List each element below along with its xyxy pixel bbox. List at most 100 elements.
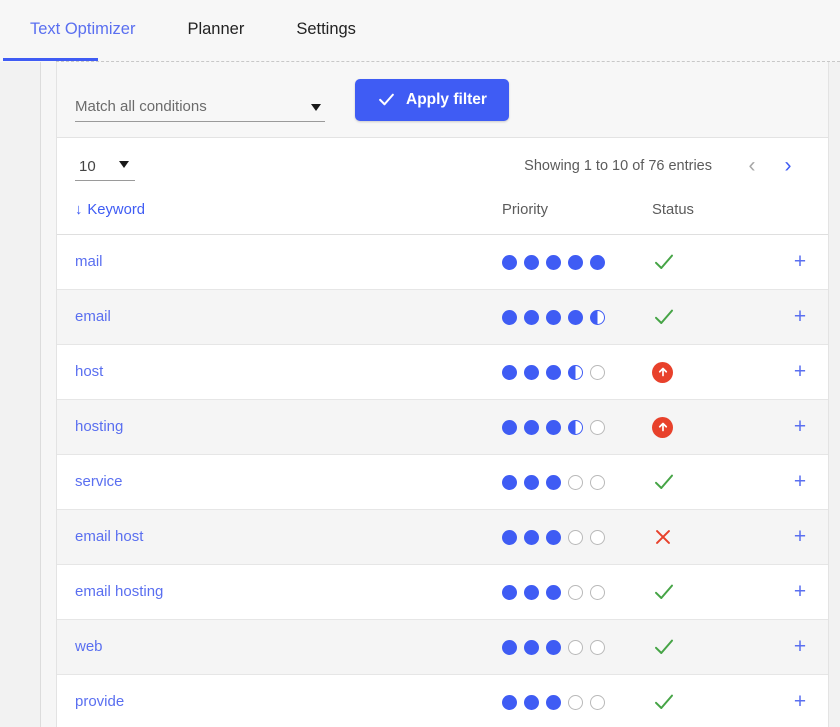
priority-dot-empty <box>568 474 583 490</box>
add-keyword-icon[interactable]: + <box>794 525 806 548</box>
add-keyword-icon[interactable]: + <box>794 580 806 603</box>
previous-page-icon[interactable]: ‹ <box>734 148 770 184</box>
priority-dot-full <box>502 474 517 490</box>
priority-dot-full <box>546 474 561 490</box>
cell-priority <box>502 619 652 675</box>
tab-list: Text Optimizer Planner Settings <box>0 0 840 58</box>
add-keyword-icon[interactable]: + <box>794 360 806 383</box>
table-row[interactable]: host + <box>57 344 828 400</box>
add-keyword-icon[interactable]: + <box>794 635 806 658</box>
column-header-keyword[interactable]: ↓ Keyword <box>57 194 502 235</box>
column-header-priority[interactable]: Priority <box>502 194 652 235</box>
priority-dot-full <box>524 474 539 490</box>
keyword-link[interactable]: hosting <box>75 418 123 435</box>
priority-dot-full <box>524 694 539 710</box>
priority-dot-full <box>546 529 561 545</box>
column-header-action <box>772 194 828 235</box>
add-keyword-icon[interactable]: + <box>794 305 806 328</box>
next-page-icon[interactable]: › <box>770 148 806 184</box>
table-row[interactable]: provide + <box>57 674 828 727</box>
table-head: ↓ Keyword Priority Status <box>57 194 828 235</box>
table-row[interactable]: mail + <box>57 234 828 290</box>
keyword-link[interactable]: provide <box>75 693 124 710</box>
cell-priority <box>502 399 652 455</box>
priority-rating <box>502 254 652 270</box>
priority-dot-full <box>502 529 517 545</box>
page-length-select[interactable]: 10 <box>75 158 135 181</box>
pagination-controls: Showing 1 to 10 of 76 entries ‹ › <box>524 148 806 184</box>
keyword-link[interactable]: email hosting <box>75 583 163 600</box>
table-row[interactable]: service + <box>57 454 828 510</box>
cell-status <box>652 674 772 727</box>
table-row[interactable]: email hosting + <box>57 564 828 620</box>
page-right-margin <box>829 62 840 727</box>
table-row[interactable]: web + <box>57 619 828 675</box>
cell-status <box>652 509 772 565</box>
table-row[interactable]: email + <box>57 289 828 345</box>
add-keyword-icon[interactable]: + <box>794 250 806 273</box>
top-tab-bar: Text Optimizer Planner Settings <box>0 0 840 62</box>
entries-summary: Showing 1 to 10 of 76 entries <box>524 158 712 174</box>
cell-priority <box>502 344 652 400</box>
status-check-icon <box>652 305 772 329</box>
page-left-margin <box>0 62 40 727</box>
cell-status <box>652 619 772 675</box>
cell-keyword: email hosting <box>57 564 502 620</box>
priority-dot-empty <box>568 529 583 545</box>
priority-dot-full <box>502 419 517 435</box>
tab-planner[interactable]: Planner <box>161 0 270 58</box>
priority-dot-half <box>590 309 605 325</box>
status-check-icon <box>652 580 772 604</box>
add-keyword-icon[interactable]: + <box>794 415 806 438</box>
match-condition-value: Match all conditions <box>75 97 207 115</box>
status-check-icon <box>652 690 772 714</box>
column-header-keyword-label: Keyword <box>87 202 145 218</box>
priority-dot-empty <box>590 694 605 710</box>
priority-dot-empty <box>590 529 605 545</box>
cell-priority <box>502 674 652 727</box>
keyword-link[interactable]: service <box>75 473 123 490</box>
cell-action: + <box>772 289 828 345</box>
keyword-link[interactable]: host <box>75 363 103 380</box>
apply-filter-button[interactable]: Apply filter <box>355 78 509 121</box>
add-keyword-icon[interactable]: + <box>794 470 806 493</box>
chevron-down-icon <box>311 103 321 111</box>
priority-dot-full <box>546 639 561 655</box>
priority-dot-full <box>568 254 583 270</box>
page-length-value: 10 <box>79 157 96 175</box>
priority-dot-empty <box>590 364 605 380</box>
priority-dot-empty <box>590 639 605 655</box>
match-condition-select[interactable]: Match all conditions <box>75 78 325 122</box>
status-check-icon <box>652 635 772 659</box>
priority-dot-full <box>546 584 561 600</box>
tab-text-optimizer[interactable]: Text Optimizer <box>4 0 161 58</box>
keyword-link[interactable]: mail <box>75 253 103 270</box>
keyword-link[interactable]: web <box>75 638 103 655</box>
priority-rating <box>502 529 652 545</box>
priority-dot-full <box>502 694 517 710</box>
priority-dot-full <box>546 694 561 710</box>
column-header-status[interactable]: Status <box>652 194 772 235</box>
cell-action: + <box>772 454 828 510</box>
priority-dot-half <box>568 419 583 435</box>
keyword-link[interactable]: email <box>75 308 111 325</box>
add-keyword-icon[interactable]: + <box>794 690 806 713</box>
cell-action: + <box>772 509 828 565</box>
priority-dot-empty <box>590 474 605 490</box>
cell-priority <box>502 289 652 345</box>
cell-action: + <box>772 344 828 400</box>
priority-dot-full <box>524 584 539 600</box>
priority-rating <box>502 584 652 600</box>
cell-priority <box>502 234 652 290</box>
priority-dot-full <box>590 254 605 270</box>
keyword-table: ↓ Keyword Priority Status mail + email + host… <box>57 194 828 727</box>
table-row[interactable]: hosting + <box>57 399 828 455</box>
cell-keyword: email host <box>57 509 502 565</box>
priority-dot-empty <box>568 584 583 600</box>
tab-settings[interactable]: Settings <box>270 0 382 58</box>
priority-rating <box>502 694 652 710</box>
priority-rating <box>502 639 652 655</box>
keyword-link[interactable]: email host <box>75 528 143 545</box>
table-row[interactable]: email host + <box>57 509 828 565</box>
priority-dot-full <box>502 254 517 270</box>
